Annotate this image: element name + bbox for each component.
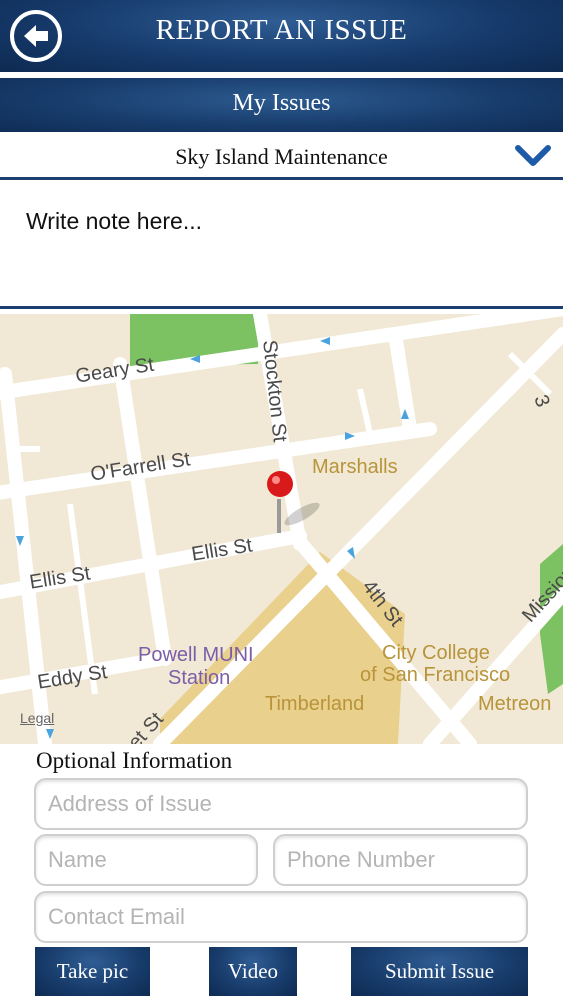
note-placeholder: Write note here... [26, 208, 202, 234]
email-field[interactable] [34, 891, 528, 943]
page-title: REPORT AN ISSUE [155, 14, 408, 46]
my-issues-label: My Issues [232, 90, 331, 116]
poi-label: City College [382, 642, 490, 664]
poi-label: Powell MUNI [138, 644, 254, 666]
address-input[interactable] [36, 780, 526, 828]
phone-field[interactable] [273, 834, 528, 886]
video-button[interactable]: Video [209, 947, 297, 996]
poi-label: Metreon [478, 693, 552, 715]
chevron-down-icon[interactable] [515, 141, 551, 171]
poi-label: Marshalls [312, 456, 398, 478]
email-input[interactable] [36, 893, 526, 941]
take-pic-button[interactable]: Take pic [35, 947, 150, 996]
my-issues-button[interactable]: My Issues [0, 78, 563, 132]
category-selected-value: Sky Island Maintenance [175, 144, 388, 169]
address-field[interactable] [34, 778, 528, 830]
map-view[interactable]: Geary St Stockton St O'Farrell St Ellis … [0, 314, 563, 744]
optional-information-heading: Optional Information [36, 748, 233, 773]
name-input[interactable] [36, 836, 256, 884]
phone-input[interactable] [275, 836, 526, 884]
name-field[interactable] [34, 834, 258, 886]
top-nav-bar: REPORT AN ISSUE [0, 0, 563, 72]
category-selector[interactable]: Sky Island Maintenance [0, 132, 563, 180]
poi-label: Station [168, 667, 231, 689]
poi-label: Timberland [265, 693, 365, 715]
note-textarea[interactable]: Write note here... [0, 182, 563, 309]
map-legal-link[interactable]: Legal [20, 710, 54, 726]
submit-issue-button[interactable]: Submit Issue [351, 947, 528, 996]
poi-label: of San Francisco [360, 664, 511, 686]
